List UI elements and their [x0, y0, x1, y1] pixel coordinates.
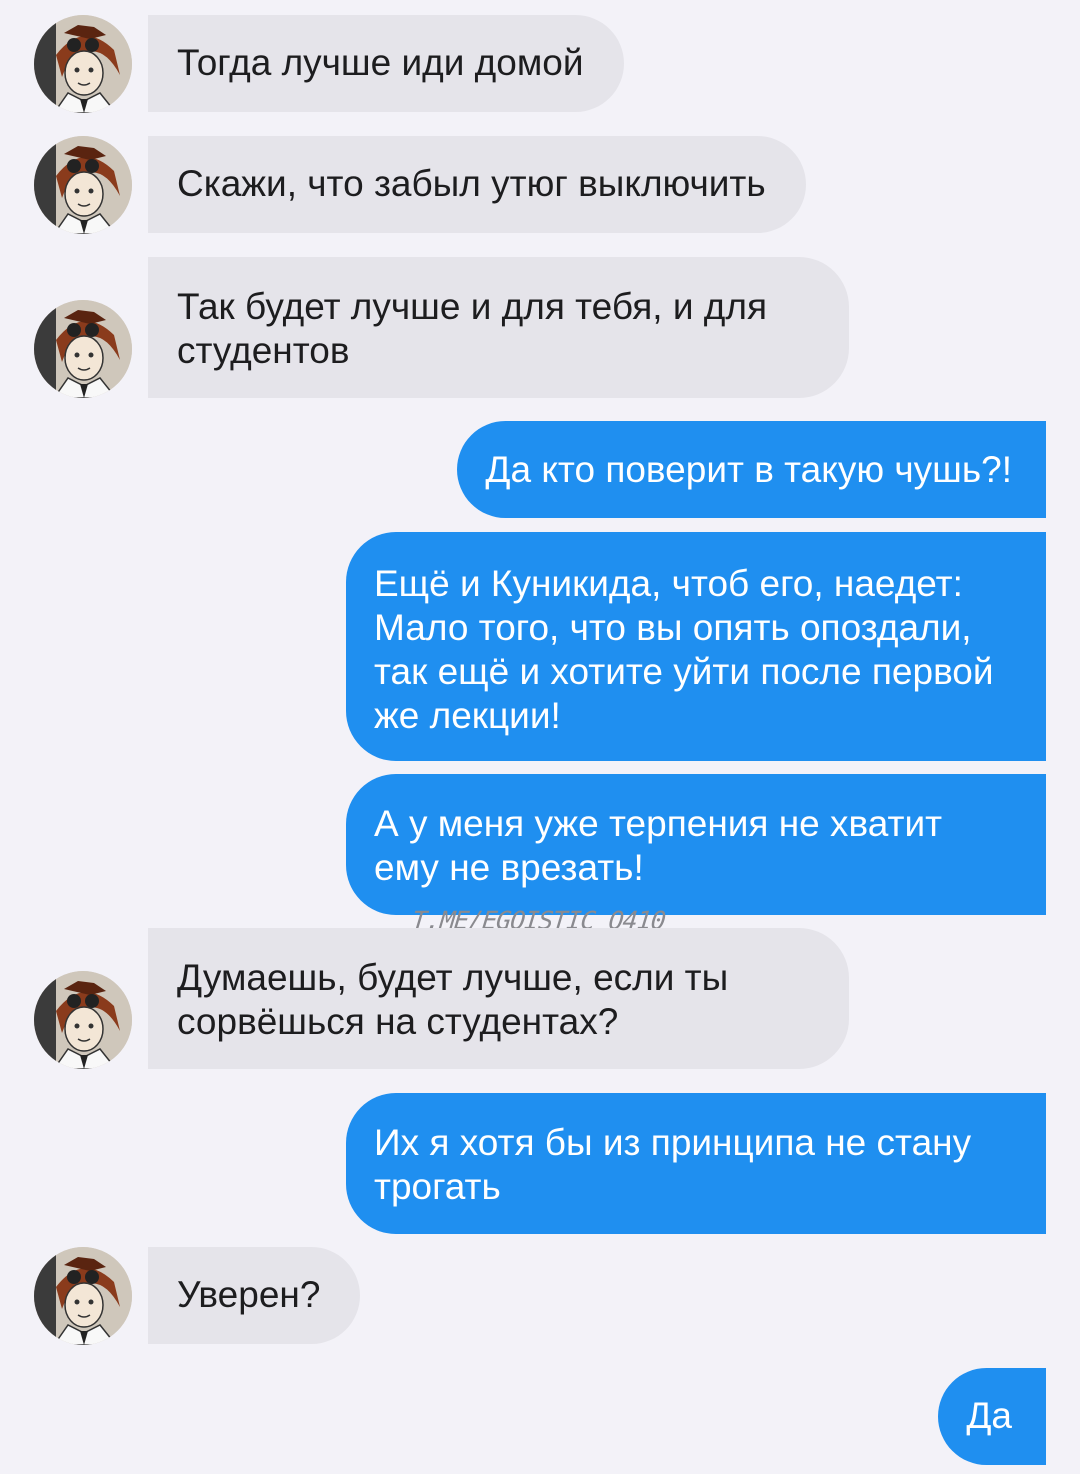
incoming-message[interactable]: Так будет лучше и для тебя, и для студен…: [148, 257, 849, 398]
outgoing-message[interactable]: Да: [938, 1368, 1046, 1465]
chat-thread: Тогда лучше иди домой Скажи, что забыл у…: [0, 0, 1080, 1474]
message-text: Тогда лучше иди домой: [177, 42, 584, 83]
outgoing-message[interactable]: Да кто поверит в такую чушь?!: [457, 421, 1046, 518]
avatar[interactable]: [34, 971, 132, 1069]
incoming-message[interactable]: Уверен?: [148, 1247, 361, 1344]
avatar[interactable]: [34, 1247, 132, 1345]
anime-character-avatar-icon: [34, 136, 132, 234]
message-text: А у меня уже терпения не хватит ему не в…: [374, 803, 943, 888]
avatar[interactable]: [34, 15, 132, 113]
message-text: Уверен?: [177, 1274, 321, 1315]
outgoing-message[interactable]: Ещё и Куникида, чтоб его, наедет: Мало т…: [346, 532, 1046, 761]
message-text: Так будет лучше и для тебя, и для студен…: [177, 286, 767, 371]
message-text: Их я хотя бы из принципа не стану трогат…: [374, 1122, 972, 1207]
outgoing-message[interactable]: Их я хотя бы из принципа не стану трогат…: [346, 1093, 1046, 1234]
message-text: Да кто поверит в такую чушь?!: [485, 449, 1012, 490]
message-text: Да: [966, 1395, 1012, 1436]
message-text: Думаешь, будет лучше, если ты сорвёшься …: [177, 957, 729, 1042]
anime-character-avatar-icon: [34, 15, 132, 113]
anime-character-avatar-icon: [34, 300, 132, 398]
avatar[interactable]: [34, 300, 132, 398]
message-text: Ещё и Куникида, чтоб его, наедет: Мало т…: [374, 563, 994, 736]
incoming-message[interactable]: Думаешь, будет лучше, если ты сорвёшься …: [148, 928, 849, 1069]
anime-character-avatar-icon: [34, 1247, 132, 1345]
message-text: Скажи, что забыл утюг выключить: [177, 163, 766, 204]
anime-character-avatar-icon: [34, 971, 132, 1069]
avatar[interactable]: [34, 136, 132, 234]
incoming-message[interactable]: Скажи, что забыл утюг выключить: [148, 136, 806, 233]
incoming-message[interactable]: Тогда лучше иди домой: [148, 15, 624, 112]
outgoing-message[interactable]: А у меня уже терпения не хватит ему не в…: [346, 774, 1046, 915]
